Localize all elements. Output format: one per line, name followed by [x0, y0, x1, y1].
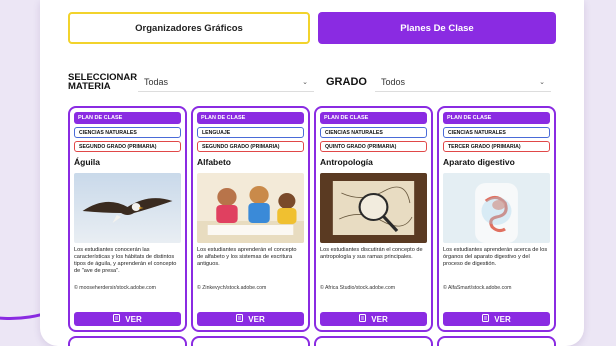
eagle-image: [74, 173, 181, 243]
card-partial: [314, 336, 433, 346]
document-icon: [482, 314, 490, 324]
materia-filter-label: SELECCIONAR MATERIA: [68, 72, 138, 92]
chevron-down-icon: ⌄: [302, 78, 308, 86]
tab-planes-label: Planes De Clase: [400, 22, 474, 34]
card-title: Alfabeto: [197, 157, 231, 167]
digestive-system-image: [443, 173, 550, 243]
ver-button[interactable]: VER: [197, 312, 304, 326]
card-grid: PLAN DE CLASE CIENCIAS NATURALES SEGUNDO…: [68, 106, 556, 332]
card-title: Águila: [74, 157, 100, 167]
subject-tag: CIENCIAS NATURALES: [320, 127, 427, 138]
materia-select[interactable]: Todas ⌄: [138, 72, 314, 92]
chevron-down-icon: ⌄: [539, 78, 545, 86]
ver-button-label: VER: [248, 314, 265, 324]
image-credit: © AlfaSmart/stock.adobe.com: [443, 285, 512, 291]
ver-button[interactable]: VER: [74, 312, 181, 326]
ver-button-label: VER: [125, 314, 142, 324]
card-type-badge: PLAN DE CLASE: [443, 112, 550, 124]
grade-tag: SEGUNDO GRADO (PRIMARIA): [74, 141, 181, 152]
card-title: Antropología: [320, 157, 373, 167]
grado-select[interactable]: Todos ⌄: [374, 72, 551, 92]
image-credit: © Africa Studio/stock.adobe.com: [320, 285, 396, 291]
card-description: Los estudiantes conocerán las caracterís…: [74, 247, 177, 274]
card-partial: [68, 336, 187, 346]
ver-button-label: VER: [494, 314, 511, 324]
card-partial: [437, 336, 556, 346]
image-credit: © Zinkevych/stock.adobe.com: [197, 285, 267, 291]
document-icon: [113, 314, 121, 324]
card-type-badge: PLAN DE CLASE: [74, 112, 181, 124]
card-description: Los estudiantes aprenderán acerca de los…: [443, 247, 548, 267]
lesson-card-antropologia: PLAN DE CLASE CIENCIAS NATURALES QUINTO …: [314, 106, 433, 332]
document-icon: [359, 314, 367, 324]
tab-planes-de-clase[interactable]: Planes De Clase: [318, 12, 556, 44]
card-description: Los estudiantes aprenderán el concepto d…: [197, 247, 297, 267]
lesson-card-aguila: PLAN DE CLASE CIENCIAS NATURALES SEGUNDO…: [68, 106, 187, 332]
card-partial: [191, 336, 310, 346]
card-description: Los estudiantes discutirán el concepto d…: [320, 247, 423, 260]
image-credit: © mooseherdersir/stock.adobe.com: [74, 285, 156, 291]
ver-button[interactable]: VER: [443, 312, 550, 326]
document-icon: [236, 314, 244, 324]
grado-select-value: Todos: [380, 76, 405, 87]
grade-tag: SEGUNDO GRADO (PRIMARIA): [197, 141, 304, 152]
app-screen: Organizadores Gráficos Planes De Clase S…: [40, 0, 584, 346]
card-type-badge: PLAN DE CLASE: [197, 112, 304, 124]
next-card-row: [68, 336, 556, 346]
magnifier-map-image: [320, 173, 427, 243]
tab-organizadores-label: Organizadores Gráficos: [135, 22, 243, 34]
subject-tag: LENGUAJE: [197, 127, 304, 138]
tab-organizadores-graficos[interactable]: Organizadores Gráficos: [68, 12, 310, 44]
children-drawing-image: [197, 173, 304, 243]
lesson-card-aparato-digestivo: PLAN DE CLASE CIENCIAS NATURALES TERCER …: [437, 106, 556, 332]
card-title: Aparato digestivo: [443, 157, 515, 167]
ver-button[interactable]: VER: [320, 312, 427, 326]
subject-tag: CIENCIAS NATURALES: [443, 127, 550, 138]
grade-tag: TERCER GRADO (PRIMARIA): [443, 141, 550, 152]
grade-tag: QUINTO GRADO (PRIMARIA): [320, 141, 427, 152]
lesson-card-alfabeto: PLAN DE CLASE LENGUAJE SEGUNDO GRADO (PR…: [191, 106, 310, 332]
grado-filter-label: GRADO: [326, 76, 367, 88]
materia-select-value: Todas: [144, 76, 169, 87]
tab-bar: Organizadores Gráficos Planes De Clase: [68, 12, 556, 44]
filter-bar: SELECCIONAR MATERIA Todas ⌄ GRADO Todos …: [68, 70, 556, 94]
card-type-badge: PLAN DE CLASE: [320, 112, 427, 124]
subject-tag: CIENCIAS NATURALES: [74, 127, 181, 138]
ver-button-label: VER: [371, 314, 388, 324]
